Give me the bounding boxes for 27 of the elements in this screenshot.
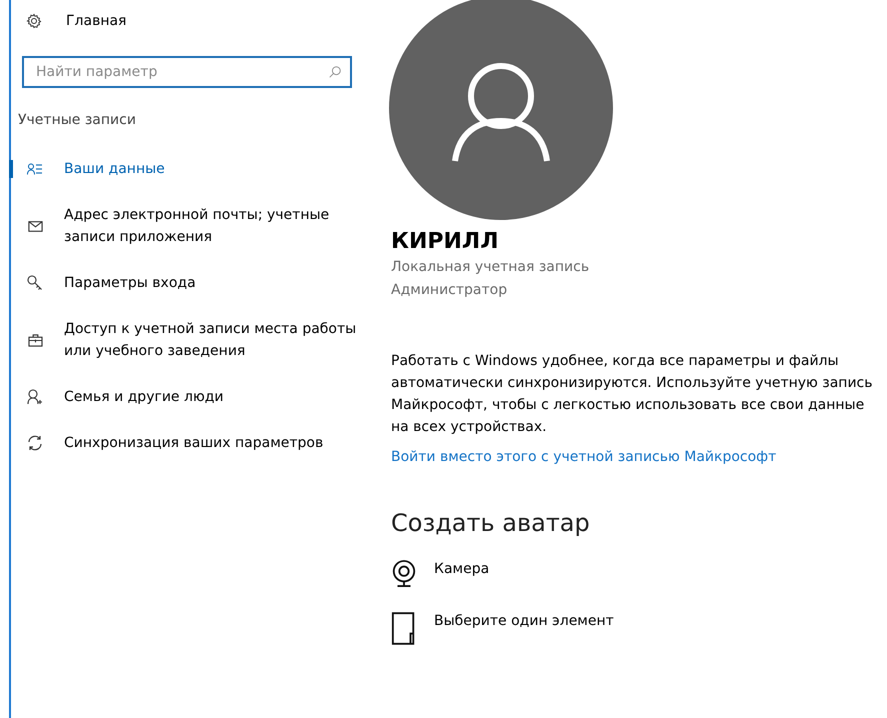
briefcase-icon (28, 334, 42, 346)
home-link[interactable]: Главная (11, 10, 377, 32)
account-type: Локальная учетная запись (391, 258, 590, 277)
description-text: Работать с Windows удобнее, когда все параметры и файлы автоматически синхронизируются. Используйте учетную запись Майкрософт, чтобы с легкостью использовать все свои данные на всех устройствах. (391, 352, 874, 437)
person-add-icon (27, 389, 43, 405)
nav-item[interactable]: Адрес электронной почты; учетные записи приложения (11, 200, 377, 252)
nav-item[interactable]: Параметры входа (11, 268, 377, 298)
nav-item[interactable]: Доступ к учетной записи места работы или учебного заведения (11, 314, 377, 366)
webcam-icon (391, 559, 417, 589)
search-field[interactable]: Найти параметр (22, 56, 352, 88)
microsoft-sign-in-link[interactable]: Войти вместо этого с учетной записью Майкрософт (391, 449, 887, 465)
nav-item[interactable]: Семья и другие люди (11, 382, 377, 412)
section-title: Учетные записи (18, 112, 137, 128)
nav-item[interactable]: Синхронизация ваших параметров (11, 428, 377, 458)
nav-item[interactable]: Ваши данные (11, 154, 377, 184)
avatar-option[interactable]: Выберите один элемент (391, 611, 887, 645)
avatar-option[interactable]: Камера (391, 559, 887, 589)
user-role: Администратор (391, 281, 508, 300)
key-icon (27, 275, 43, 291)
user-name: КИРИЛЛ (391, 228, 500, 256)
search-icon (328, 65, 342, 79)
mail-icon (28, 220, 42, 232)
person-list-icon (27, 163, 43, 175)
section-heading: Создать аватар (391, 509, 591, 537)
sync-icon (27, 435, 43, 451)
folder-icon (391, 611, 417, 645)
settings-icon (26, 13, 42, 29)
